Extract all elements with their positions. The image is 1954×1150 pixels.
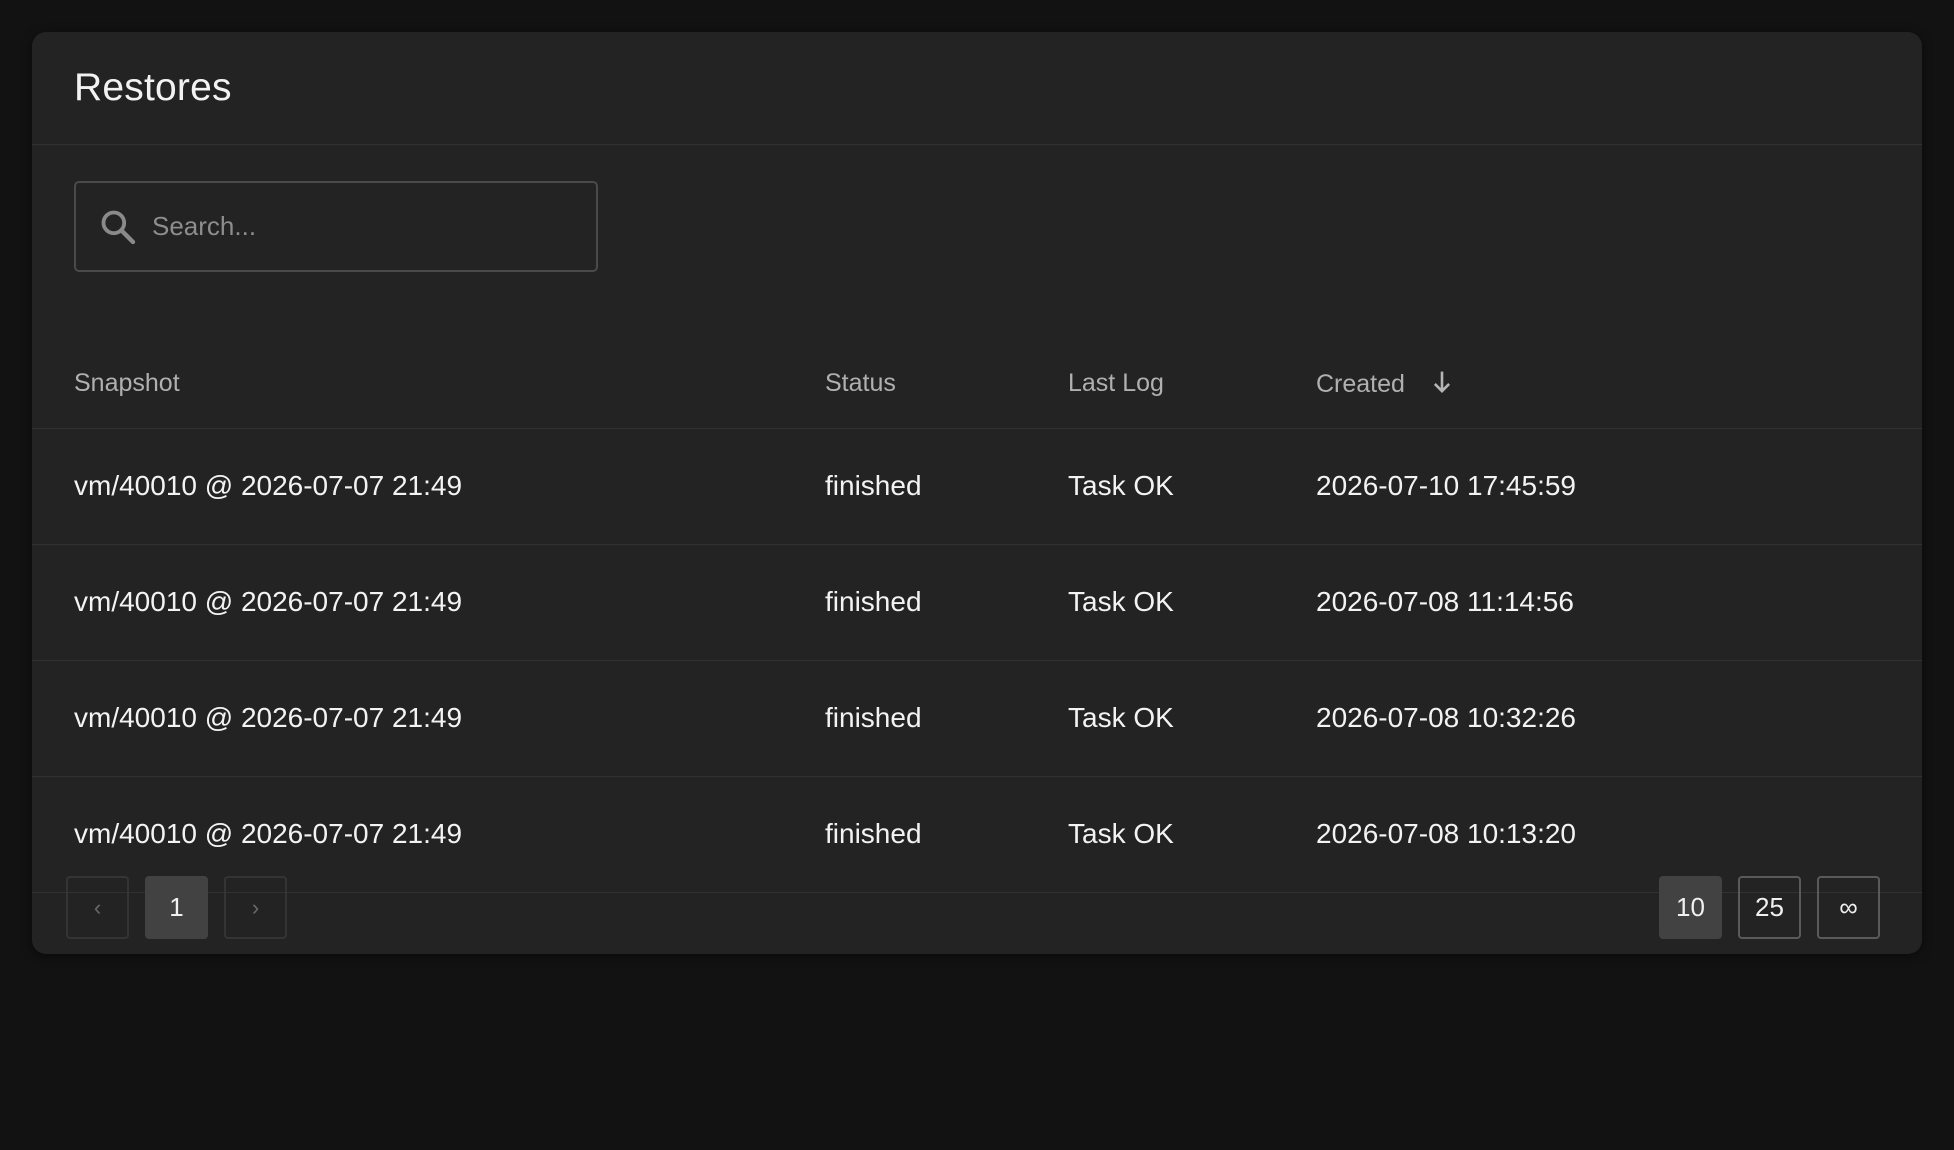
previous-page-button[interactable]: ‹ (66, 876, 129, 939)
cell-last-log: Task OK (1068, 470, 1174, 501)
page-size-10-button[interactable]: 10 (1659, 876, 1722, 939)
column-header-label: Snapshot (74, 369, 180, 397)
cell-created: 2026-07-08 10:13:20 (1316, 818, 1576, 849)
column-header-status[interactable]: Status (825, 336, 1068, 428)
cell-status: finished (825, 470, 922, 501)
cell-snapshot: vm/40010 @ 2026-07-07 21:49 (74, 818, 463, 849)
cell-created: 2026-07-10 17:45:59 (1316, 470, 1576, 501)
search-input[interactable] (152, 183, 596, 270)
cell-status: finished (825, 586, 922, 617)
table-row[interactable]: vm/40010 @ 2026-07-07 21:49 finished Tas… (32, 776, 1922, 892)
pagination: ‹ 1 › (66, 876, 287, 939)
cell-status: finished (825, 818, 922, 849)
restores-table: Snapshot Status Last Log Created vm/4001… (32, 336, 1922, 893)
page-size-selector: 10 25 ∞ (1659, 876, 1880, 939)
page-button-1[interactable]: 1 (145, 876, 208, 939)
column-header-label: Last Log (1068, 369, 1164, 397)
sort-descending-icon[interactable] (1431, 369, 1453, 395)
cell-created: 2026-07-08 11:14:56 (1316, 586, 1574, 617)
search-icon (101, 210, 136, 244)
table-row[interactable]: vm/40010 @ 2026-07-07 21:49 finished Tas… (32, 660, 1922, 776)
cell-last-log: Task OK (1068, 818, 1174, 849)
cell-last-log: Task OK (1068, 586, 1174, 617)
panel-header: Restores (32, 32, 1922, 145)
cell-status: finished (825, 702, 922, 733)
column-header-last-log[interactable]: Last Log (1068, 336, 1316, 428)
table-row[interactable]: vm/40010 @ 2026-07-07 21:49 finished Tas… (32, 428, 1922, 544)
cell-last-log: Task OK (1068, 702, 1174, 733)
cell-snapshot: vm/40010 @ 2026-07-07 21:49 (74, 702, 463, 733)
search-box[interactable] (74, 181, 598, 272)
column-header-snapshot[interactable]: Snapshot (32, 336, 825, 428)
restores-panel: Restores Snapshot Status Last Log Create… (32, 32, 1922, 954)
cell-snapshot: vm/40010 @ 2026-07-07 21:49 (74, 586, 463, 617)
cell-created: 2026-07-08 10:32:26 (1316, 702, 1576, 733)
page-size-all-button[interactable]: ∞ (1817, 876, 1880, 939)
column-header-label: Status (825, 369, 896, 397)
next-page-button[interactable]: › (224, 876, 287, 939)
column-header-label: Created (1316, 370, 1405, 398)
table-header-row: Snapshot Status Last Log Created (32, 336, 1922, 428)
column-header-created[interactable]: Created (1316, 336, 1922, 428)
cell-snapshot: vm/40010 @ 2026-07-07 21:49 (74, 470, 463, 501)
panel-title: Restores (74, 66, 232, 109)
table-row[interactable]: vm/40010 @ 2026-07-07 21:49 finished Tas… (32, 544, 1922, 660)
page-size-25-button[interactable]: 25 (1738, 876, 1801, 939)
